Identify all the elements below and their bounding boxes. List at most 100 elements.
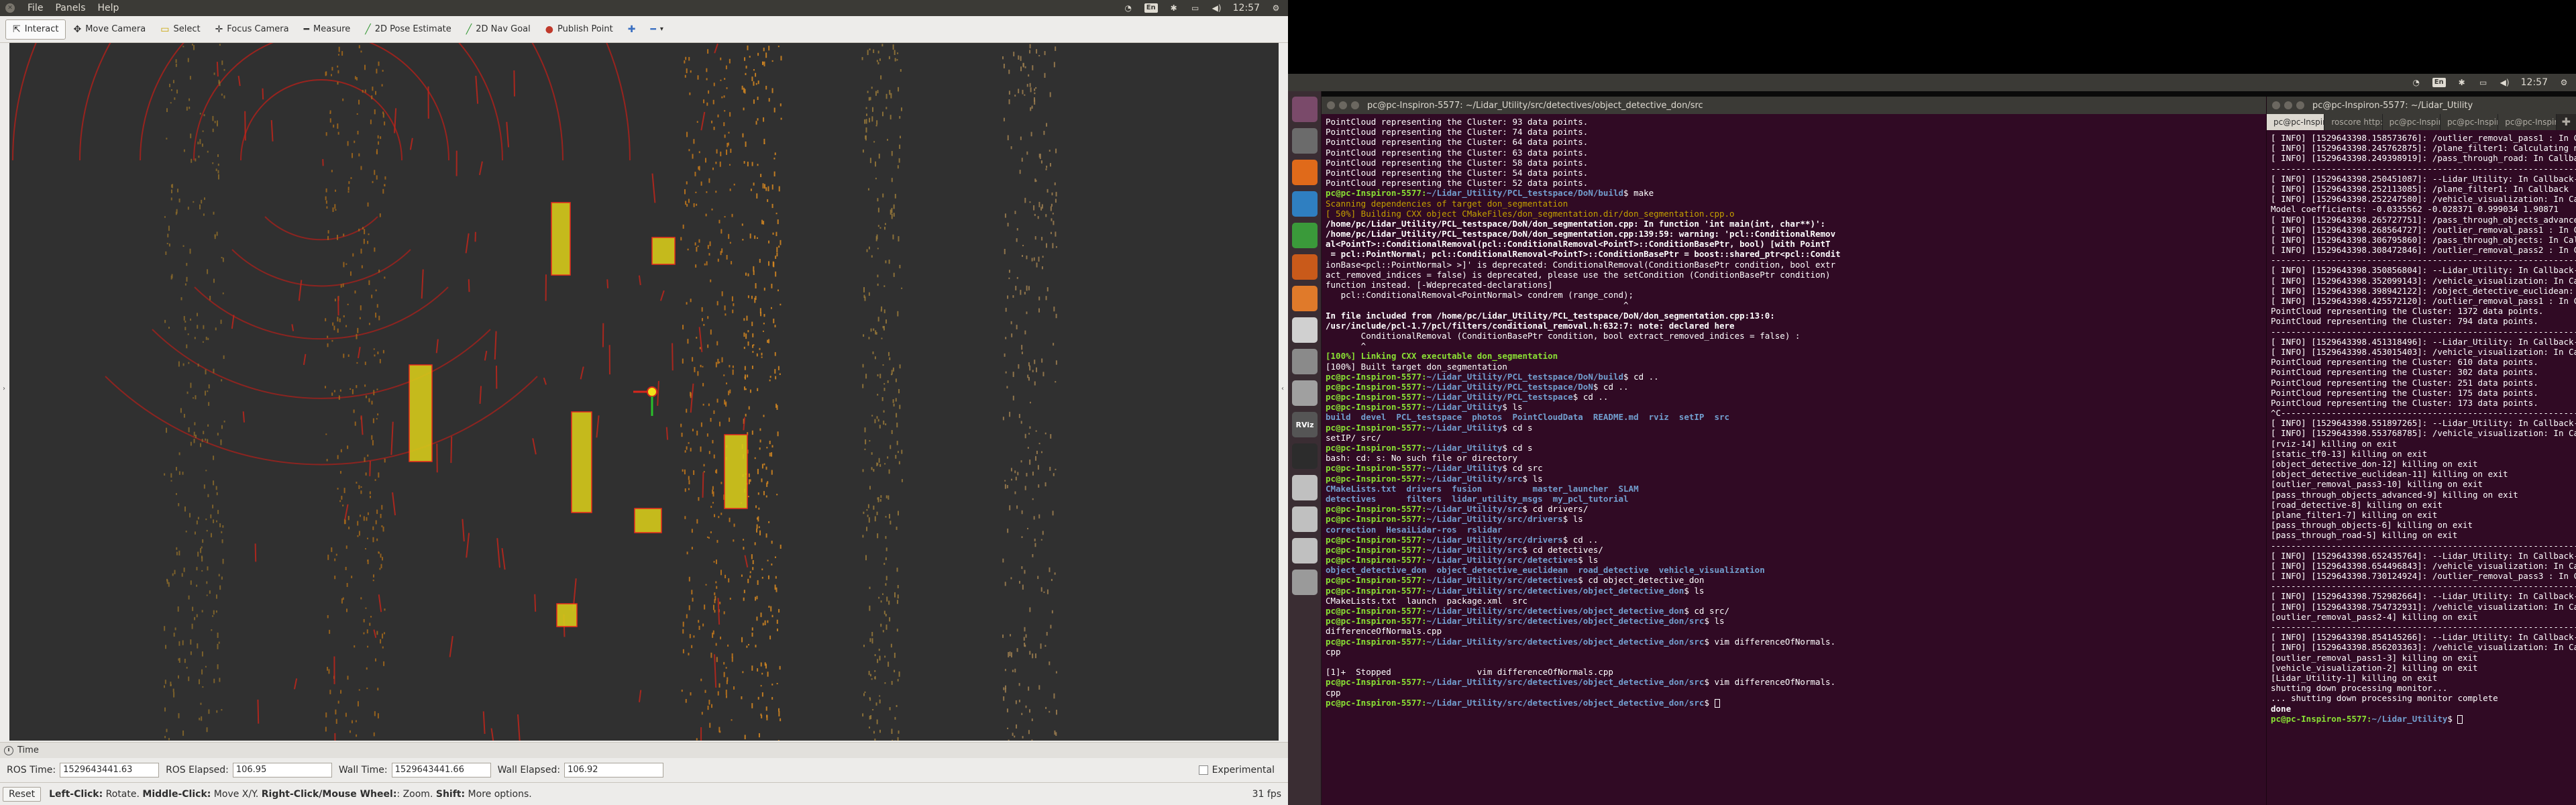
lidar-point [712, 604, 714, 610]
terminal-output[interactable]: PointCloud representing the Cluster: 93 … [1326, 117, 2265, 708]
terminal-title-bar[interactable]: pc@pc-Inspiron-5577: ~/Lidar_Utility [2267, 97, 2576, 114]
clock[interactable]: 12:57 [1233, 3, 1260, 13]
tool-focus-camera[interactable]: ✛ Focus Camera [208, 19, 297, 40]
minimize-icon[interactable] [1339, 101, 1347, 109]
volume-icon[interactable]: ◀) [2500, 78, 2510, 87]
new-tab-icon[interactable]: ✚ [2557, 114, 2576, 130]
lidar-point [896, 422, 898, 428]
battery-icon[interactable]: ▭ [2478, 78, 2489, 87]
tool-measure[interactable]: ━ Measure [297, 19, 358, 40]
maximize-icon[interactable] [1351, 101, 1359, 109]
lidar-point [756, 596, 758, 600]
lidar-point [877, 225, 879, 227]
tool-move-camera[interactable]: ✥ Move Camera [66, 19, 153, 40]
terminal-line: [ INFO] [1529643398.754732931]: /vehicle… [2271, 601, 2576, 612]
drive-icon[interactable] [1292, 475, 1318, 500]
lidar-point [714, 599, 716, 604]
experimental-checkbox[interactable] [1198, 765, 1208, 775]
lidar-point [727, 677, 729, 682]
wifi-icon[interactable]: ◔ [2411, 78, 2422, 87]
terminal-line: = pcl::PointNormal; pcl::ConditionalRemo… [1326, 249, 1841, 260]
terminal-tab[interactable]: pc@pc-Inspiron-5... [2498, 114, 2557, 130]
wifi-icon[interactable]: ◔ [1123, 3, 1134, 13]
wall-time-field[interactable]: 1529643441.66 [391, 763, 491, 777]
lidar-point [691, 547, 693, 550]
lidar-point [351, 576, 353, 578]
lidar-point [775, 376, 777, 380]
3d-render-view[interactable] [9, 43, 1279, 741]
firefox-icon[interactable] [1292, 160, 1318, 185]
experimental-toggle[interactable]: Experimental [1198, 765, 1275, 775]
right-panel-splitter[interactable]: ‹ [1279, 43, 1288, 741]
point-cloud-canvas[interactable] [9, 43, 1279, 741]
reset-button[interactable]: Reset [3, 786, 42, 802]
terminal-output[interactable]: [ INFO] [1529643398.158573676]: /outlier… [2271, 133, 2576, 724]
terminal-icon[interactable] [1292, 443, 1318, 469]
lidar-point [894, 58, 896, 62]
impress-icon[interactable] [1292, 254, 1318, 280]
ubuntu-dash-icon[interactable] [1292, 97, 1318, 122]
lidar-point [1018, 683, 1020, 686]
close-icon[interactable]: ✕ [5, 3, 15, 13]
close-icon[interactable] [1327, 101, 1335, 109]
settings-icon[interactable] [1292, 349, 1318, 374]
ros-time-field[interactable]: 1529643441.63 [60, 763, 160, 777]
volume-icon[interactable]: ◀) [1212, 3, 1222, 13]
menu-help[interactable]: Help [92, 3, 125, 13]
lidar-point [1053, 62, 1055, 68]
trash-icon[interactable] [1292, 570, 1318, 595]
lidar-point [360, 486, 362, 488]
lidar-point [688, 149, 690, 152]
battery-icon[interactable]: ▭ [1190, 3, 1201, 13]
clock[interactable]: 12:57 [2521, 77, 2548, 88]
text-editor-icon[interactable] [1292, 380, 1318, 406]
tool-interact[interactable]: ⇱ Interact [5, 19, 66, 40]
lidar-streak [244, 111, 246, 141]
lidar-streak [298, 280, 303, 301]
tool-2d-pose-estimate[interactable]: ╱ 2D Pose Estimate [358, 19, 459, 40]
keyboard-layout-indicator[interactable]: En [1144, 3, 1158, 13]
font-viewer-icon[interactable] [1292, 286, 1318, 311]
terminal-window-1[interactable]: pc@pc-Inspiron-5577: ~/Lidar_Utility/src… [1322, 97, 2266, 805]
files-icon[interactable] [1292, 128, 1318, 154]
terminal-title-bar[interactable]: pc@pc-Inspiron-5577: ~/Lidar_Utility/src… [1322, 97, 2266, 114]
terminal-line: ConditionalRemoval (ConditionBasePtr con… [1326, 330, 1801, 341]
lidar-point [713, 126, 715, 130]
power-gear-icon[interactable]: ⚙ [1271, 3, 1281, 13]
terminal-tab[interactable]: roscore http://pc... [2324, 114, 2383, 130]
lidar-point [728, 578, 730, 583]
drive-icon-3[interactable] [1292, 538, 1318, 564]
terminal-window-2[interactable]: pc@pc-Inspiron-5577: ~/Lidar_Utility pc@… [2266, 97, 2576, 805]
close-icon[interactable] [2272, 101, 2280, 109]
terminal-tab[interactable]: pc@pc-Inspiron-5... [2382, 114, 2440, 130]
tool-2d-nav-goal[interactable]: ╱ 2D Nav Goal [459, 19, 538, 40]
terminal-tab[interactable]: pc@pc-Inspiron-5... [2440, 114, 2499, 130]
tool-add-button[interactable]: ✚ [621, 19, 643, 40]
maximize-icon[interactable] [2296, 101, 2304, 109]
amazon-icon[interactable] [1292, 317, 1318, 343]
rviz-icon[interactable]: RViz [1292, 412, 1318, 437]
calc-icon[interactable] [1292, 223, 1318, 248]
bluetooth-icon[interactable]: ✱ [2457, 78, 2467, 87]
writer-icon[interactable] [1292, 191, 1318, 217]
tool-publish-point[interactable]: ● Publish Point [538, 19, 621, 40]
power-gear-icon[interactable]: ⚙ [2559, 78, 2569, 87]
bluetooth-icon[interactable]: ✱ [1169, 3, 1179, 13]
keyboard-layout-indicator[interactable]: En [2432, 78, 2446, 87]
command-text: $ cd .. [1572, 392, 1609, 402]
lidar-point [896, 59, 898, 61]
tool-dropdown[interactable]: ━ ▾ [643, 19, 670, 40]
lidar-point [890, 445, 892, 449]
tool-select[interactable]: ▭ Select [153, 19, 207, 40]
left-panel-splitter[interactable]: › [0, 43, 9, 741]
drive-icon-2[interactable] [1292, 506, 1318, 532]
terminal-tab[interactable]: pc@pc-Inspiron-5... [2267, 114, 2325, 130]
lidar-point [1034, 538, 1036, 541]
minimize-icon[interactable] [2284, 101, 2292, 109]
lidar-point [880, 495, 882, 498]
menu-file[interactable]: File [21, 3, 49, 13]
lidar-point [206, 727, 208, 733]
wall-elapsed-field[interactable]: 106.92 [564, 763, 664, 777]
menu-panels[interactable]: Panels [49, 3, 91, 13]
ros-elapsed-field[interactable]: 106.95 [232, 763, 332, 777]
